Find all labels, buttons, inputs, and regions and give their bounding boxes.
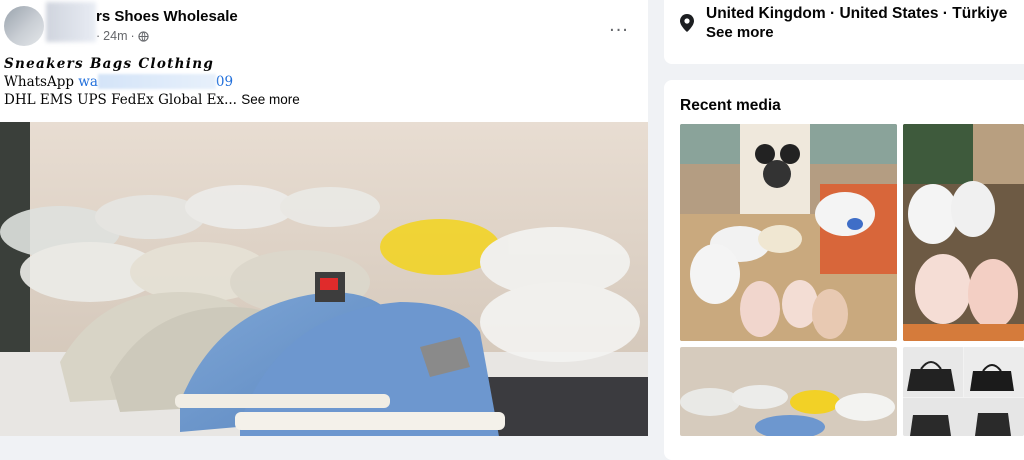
- media-thumbnail-3[interactable]: [680, 347, 897, 436]
- whatsapp-link-suffix[interactable]: 09: [216, 74, 233, 90]
- shipping-text: DHL EMS UPS FedEx Global Ex...: [4, 92, 237, 108]
- media-thumbnail-1-image: [680, 124, 897, 341]
- post-photo-sneakers[interactable]: [0, 122, 648, 436]
- media-thumbnail-3-image: [680, 347, 897, 436]
- whatsapp-link-prefix[interactable]: wa: [78, 74, 98, 90]
- blurred-name-region: [46, 2, 96, 42]
- recent-media-title: Recent media: [680, 97, 781, 114]
- media-thumbnail-1[interactable]: [680, 124, 897, 341]
- post-text: Sneakers Bags Clothing WhatsApp wa 09 DHL…: [4, 55, 300, 109]
- page-name[interactable]: rs Shoes Wholesale: [96, 8, 238, 25]
- post-meta-separator-2: ·: [130, 29, 135, 43]
- post-see-more-link[interactable]: See more: [241, 92, 300, 107]
- post-timestamp[interactable]: 24m: [103, 29, 127, 43]
- page-avatar[interactable]: [4, 6, 44, 46]
- media-thumbnail-4-image: [903, 347, 1024, 436]
- post-text-line3: DHL EMS UPS FedEx Global Ex... See more: [4, 91, 300, 109]
- media-thumbnail-2-image: [903, 124, 1024, 341]
- location-see-more-link[interactable]: See more: [706, 24, 774, 41]
- whatsapp-label: WhatsApp: [4, 74, 79, 90]
- media-thumbnail-2[interactable]: [903, 124, 1024, 341]
- post-meta-separator: ·: [96, 29, 101, 43]
- post-card: rs Shoes Wholesale · 24m · ... Sneakers …: [0, 0, 648, 436]
- map-pin-icon: [680, 14, 694, 32]
- media-thumbnail-4[interactable]: [903, 347, 1024, 436]
- globe-icon: [137, 30, 149, 42]
- blurred-phone-number: [97, 74, 216, 89]
- post-whatsapp-line: WhatsApp wa 09: [4, 73, 300, 91]
- post-text-line1: Sneakers Bags Clothing: [4, 56, 215, 72]
- location-text: United Kingdom · United States · Türkiye: [706, 5, 1008, 22]
- more-options-button[interactable]: ...: [604, 10, 634, 40]
- post-meta: · 24m ·: [96, 29, 149, 43]
